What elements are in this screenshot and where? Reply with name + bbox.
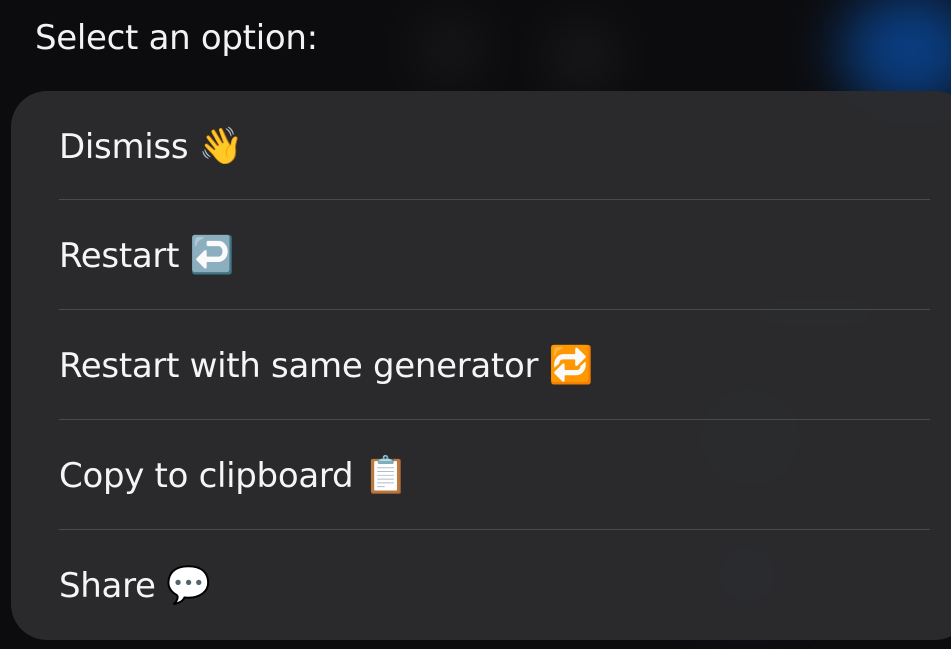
action-sheet-title: Select an option: bbox=[35, 18, 318, 58]
option-label: Share bbox=[59, 566, 156, 606]
restart-option-text: Restart ↩️ bbox=[59, 234, 234, 276]
repeat-icon: 🔁 bbox=[548, 345, 594, 386]
share-option-text: Share 💬 bbox=[59, 564, 211, 606]
copy-to-clipboard-option-text: Copy to clipboard 📋 bbox=[59, 454, 409, 496]
background-blur-shape bbox=[555, 30, 610, 85]
waving-hand-icon: 👋 bbox=[198, 125, 244, 167]
option-label: Copy to clipboard bbox=[59, 456, 354, 496]
copy-to-clipboard-option[interactable]: Copy to clipboard 📋 bbox=[11, 420, 951, 530]
share-option[interactable]: Share 💬 bbox=[11, 530, 951, 640]
option-label: Restart bbox=[59, 236, 180, 276]
restart-same-generator-option[interactable]: Restart with same generator 🔁 bbox=[11, 310, 951, 420]
dismiss-option[interactable]: Dismiss 👋 bbox=[11, 91, 951, 200]
restart-same-generator-option-text: Restart with same generator 🔁 bbox=[59, 344, 593, 386]
background-blur-shape bbox=[420, 20, 480, 80]
return-arrow-icon: ↩️ bbox=[189, 235, 235, 276]
speech-bubble-icon: 💬 bbox=[166, 565, 211, 606]
action-sheet: Dismiss 👋 Restart ↩️ Restart with same g… bbox=[11, 91, 951, 640]
option-label: Restart with same generator bbox=[59, 346, 539, 386]
dismiss-option-text: Dismiss 👋 bbox=[59, 125, 244, 167]
clipboard-icon: 📋 bbox=[363, 455, 409, 496]
option-label: Dismiss bbox=[59, 126, 189, 167]
restart-option[interactable]: Restart ↩️ bbox=[11, 200, 951, 310]
